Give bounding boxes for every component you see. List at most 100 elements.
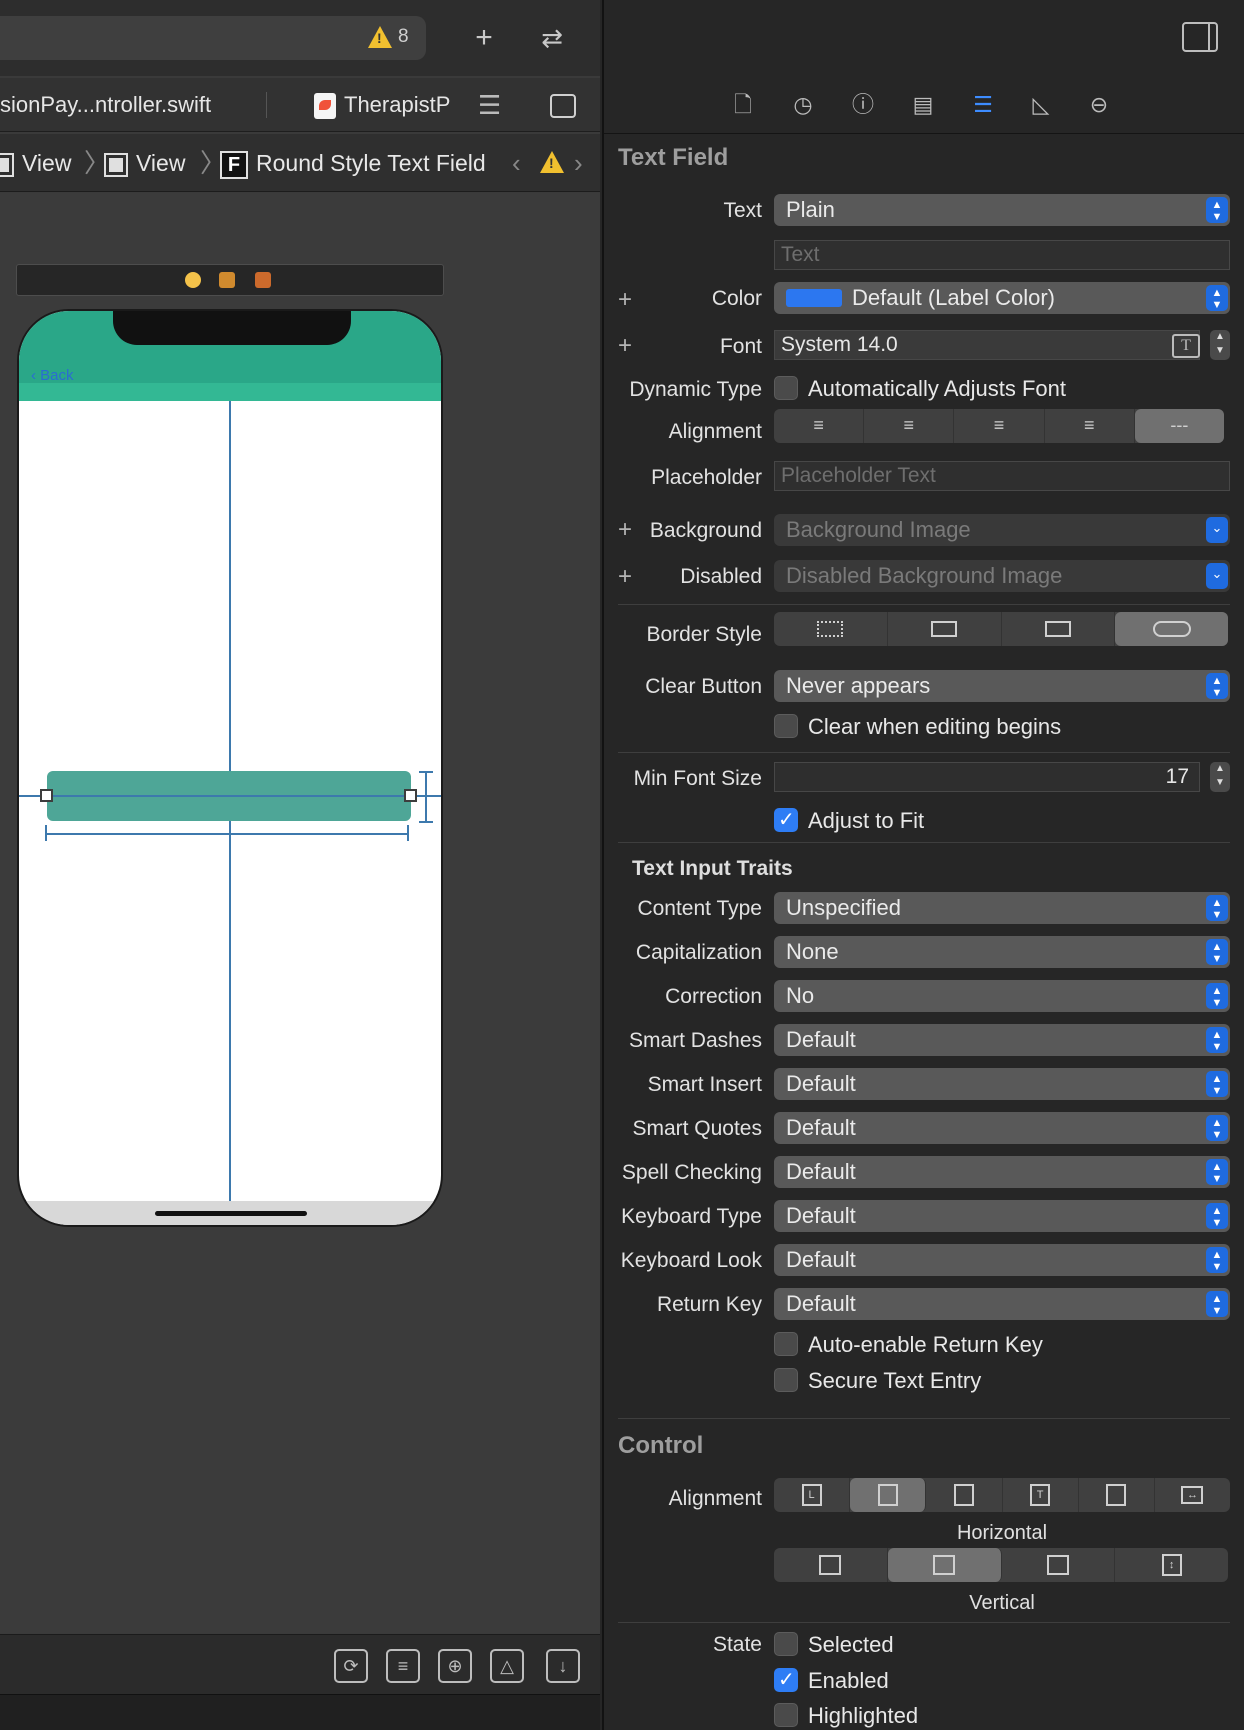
size-inspector-icon[interactable]: ◺ [1026, 90, 1056, 120]
width-constraint-cap [407, 825, 409, 841]
valign-top-icon[interactable] [774, 1548, 888, 1582]
font-picker-icon[interactable]: T [1172, 334, 1200, 358]
adjusts-font-label: Automatically Adjusts Font [808, 376, 1067, 401]
disabled-image-popup[interactable]: Disabled Background Image ⌄ [774, 560, 1230, 592]
file-inspector-icon[interactable]: 🗋 [728, 90, 758, 120]
valign-fill-icon[interactable]: ↕ [1115, 1548, 1228, 1582]
resize-handle-right[interactable] [404, 789, 417, 802]
resolve-issues-icon[interactable]: △ [490, 1649, 524, 1683]
spell-checking-popup[interactable]: Default ▲ ▼ [774, 1156, 1230, 1188]
code-review-button[interactable]: ⇄ [532, 18, 572, 58]
exit-icon[interactable] [255, 272, 271, 288]
smart-dashes-popup[interactable]: Default ▲ ▼ [774, 1024, 1230, 1056]
divider [618, 842, 1230, 843]
color-label: Color [711, 287, 762, 310]
breadcrumb-text-field[interactable]: F Round Style Text Field [220, 134, 486, 192]
update-frames-icon[interactable]: ⟳ [334, 1649, 368, 1683]
activity-field[interactable] [0, 16, 426, 60]
text-type-popup[interactable]: Plain ▲ ▼ [774, 194, 1230, 226]
scene-dock[interactable] [16, 264, 444, 296]
clear-button-popup[interactable]: Never appears ▲ ▼ [774, 670, 1230, 702]
add-variation-icon[interactable]: + [618, 332, 632, 360]
enabled-checkbox[interactable] [774, 1667, 798, 1692]
keyboard-look-popup[interactable]: Default ▲ ▼ [774, 1244, 1230, 1276]
halign-right-icon[interactable] [926, 1478, 1003, 1512]
halign-fill-icon[interactable]: ↔ [1155, 1478, 1230, 1512]
warning-icon[interactable] [540, 151, 564, 173]
issue-prev-button[interactable]: ‹ [512, 134, 521, 192]
halign-trailing-icon[interactable] [1079, 1478, 1155, 1512]
min-font-size-stepper[interactable]: ▲ ▼ [1210, 762, 1230, 792]
editor-options-icon[interactable]: ☰ [478, 78, 501, 132]
add-variation-icon[interactable]: + [618, 286, 632, 314]
vertical-alignment-segmented[interactable]: ↕ [774, 1548, 1228, 1582]
add-constraints-icon[interactable]: ⊕ [438, 1649, 472, 1683]
align-right-icon[interactable]: ≡ [954, 409, 1045, 443]
border-style-segmented[interactable] [774, 612, 1228, 646]
background-image-popup[interactable]: Background Image ⌄ [774, 514, 1230, 546]
add-editor-icon[interactable] [550, 78, 576, 132]
align-center-icon[interactable]: ≡ [864, 409, 955, 443]
adjusts-font-checkbox[interactable] [774, 376, 798, 400]
capitalization-label: Capitalization [635, 941, 762, 964]
storyboard-canvas[interactable]: ‹ Back [0, 193, 600, 1633]
help-inspector-icon[interactable]: ⓘ [848, 90, 878, 120]
border-none-icon[interactable] [774, 612, 888, 646]
chevron-updown-icon: ▲ ▼ [1206, 895, 1228, 921]
font-size-stepper[interactable]: ▲ ▼ [1210, 330, 1230, 360]
min-font-size-input[interactable]: 17 [774, 762, 1200, 792]
return-key-popup[interactable]: Default ▲ ▼ [774, 1288, 1230, 1320]
identity-inspector-icon[interactable]: ▤ [908, 90, 938, 120]
align-justified-icon[interactable]: ≡ [1045, 409, 1135, 443]
border-bezel-icon[interactable] [1002, 612, 1116, 646]
halign-leading-icon[interactable]: T [1003, 1478, 1079, 1512]
text-input[interactable]: Text [774, 240, 1230, 270]
add-variation-icon[interactable]: + [618, 563, 632, 591]
first-responder-icon[interactable] [219, 272, 235, 288]
tab-session-pay-controller[interactable]: sionPay...ntroller.swift [0, 78, 211, 132]
content-type-popup[interactable]: Unspecified ▲ ▼ [774, 892, 1230, 924]
breadcrumb-view-1[interactable]: View [0, 134, 71, 192]
horizontal-alignment-segmented[interactable]: L T ↔ [774, 1478, 1230, 1512]
smart-insert-popup[interactable]: Default ▲ ▼ [774, 1068, 1230, 1100]
clear-editing-checkbox[interactable] [774, 714, 798, 738]
border-line-icon[interactable] [888, 612, 1002, 646]
align-left-icon[interactable]: ≡ [774, 409, 865, 443]
smart-quotes-popup[interactable]: Default ▲ ▼ [774, 1112, 1230, 1144]
breadcrumb-view-2[interactable]: View [104, 134, 185, 192]
text-alignment-segmented[interactable]: ≡ ≡ ≡ ≡ --- [774, 409, 1225, 443]
view-controller-icon[interactable] [185, 272, 201, 288]
border-rounded-icon[interactable] [1115, 612, 1228, 646]
secure-text-checkbox[interactable] [774, 1368, 798, 1392]
font-field[interactable]: System 14.0 [774, 330, 1200, 360]
adjust-to-fit-checkbox[interactable] [774, 807, 798, 832]
add-library-button[interactable]: + [464, 18, 504, 58]
valign-center-icon[interactable] [887, 1548, 1002, 1582]
selected-checkbox[interactable] [774, 1632, 798, 1656]
sidebar-toggle-icon[interactable] [1182, 22, 1218, 52]
placeholder-input[interactable]: Placeholder Text [774, 461, 1230, 491]
halign-left-icon[interactable]: L [774, 1478, 851, 1512]
valign-bottom-icon[interactable] [1002, 1548, 1116, 1582]
adjust-to-fit-label: Adjust to Fit [808, 808, 925, 833]
attributes-inspector-icon[interactable]: ☰ [968, 90, 998, 120]
connections-inspector-icon[interactable]: ⊖ [1084, 90, 1114, 120]
keyboard-type-popup[interactable]: Default ▲ ▼ [774, 1200, 1230, 1232]
resize-handle-left[interactable] [40, 789, 53, 802]
halign-center-icon[interactable] [850, 1478, 927, 1512]
color-popup[interactable]: Default (Label Color) ▲ ▼ [774, 282, 1230, 314]
history-inspector-icon[interactable]: ◷ [788, 90, 818, 120]
add-variation-icon[interactable]: + [618, 516, 632, 544]
back-button[interactable]: ‹ Back [31, 367, 74, 384]
correction-popup[interactable]: No ▲ ▼ [774, 980, 1230, 1012]
capitalization-popup[interactable]: None ▲ ▼ [774, 936, 1230, 968]
warning-indicator[interactable]: 8 [368, 26, 409, 48]
highlighted-checkbox[interactable] [774, 1703, 798, 1727]
embed-in-icon[interactable]: ↓ [546, 1649, 580, 1683]
align-icon[interactable]: ≡ [386, 1649, 420, 1683]
tab-therapist[interactable]: TherapistP [314, 78, 460, 132]
correction-label: Correction [665, 985, 762, 1008]
auto-enable-return-checkbox[interactable] [774, 1332, 798, 1356]
align-natural-icon[interactable]: --- [1134, 409, 1225, 443]
issue-next-button[interactable]: › [574, 134, 583, 192]
